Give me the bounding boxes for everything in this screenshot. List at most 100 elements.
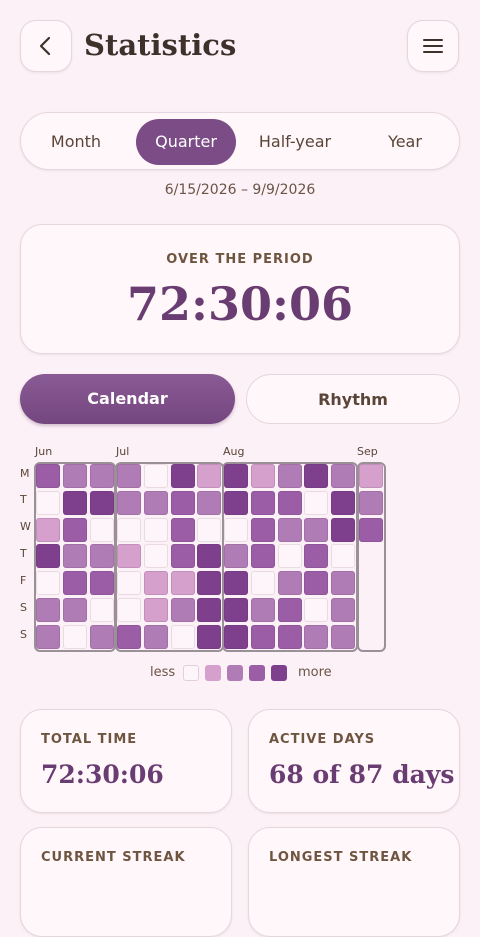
heatmap-day-cell	[117, 598, 141, 622]
heatmap-day-cell	[304, 598, 329, 622]
period-selector: Month Quarter Half-year Year	[20, 112, 460, 170]
total-time-label: TOTAL TIME	[41, 732, 138, 747]
heatmap-day-cell	[197, 490, 222, 515]
heatmap-day-cell	[143, 490, 168, 515]
heatmap-day-cell	[89, 544, 114, 569]
heatmap-month-block	[357, 462, 386, 652]
day-label-sun: S	[20, 628, 27, 641]
heatmap-day-cell	[117, 624, 141, 649]
day-label-thu: T	[20, 547, 27, 560]
heatmap-day-cell	[224, 517, 248, 542]
heatmap-day-cell	[117, 544, 141, 569]
heatmap-day-cell	[304, 624, 329, 649]
heatmap-day-cell	[197, 544, 222, 569]
segment-half-year[interactable]: Half-year	[245, 119, 345, 165]
heatmap-day-cell	[170, 464, 195, 488]
segment-month[interactable]: Month	[29, 119, 123, 165]
period-label: OVER THE PERIOD	[166, 252, 314, 267]
heatmap-day-cell	[197, 464, 222, 488]
month-label-aug: Aug	[223, 445, 245, 458]
heatmap-day-cell	[62, 464, 87, 488]
tab-rhythm[interactable]: Rhythm	[246, 374, 460, 424]
period-total-value: 72:30:06	[126, 277, 353, 331]
active-days-card: ACTIVE DAYS 68 of 87 days	[248, 709, 460, 813]
period-total-card: OVER THE PERIOD 72:30:06	[20, 224, 460, 354]
heatmap-day-cell	[117, 490, 141, 515]
legend-more: more	[298, 665, 332, 680]
heatmap-day-cell	[143, 598, 168, 622]
heatmap-day-cell	[62, 517, 87, 542]
heatmap-day-cell	[331, 544, 356, 569]
heatmap-day-cell	[143, 517, 168, 542]
heatmap-day-cell	[89, 517, 114, 542]
heatmap-day-cell	[36, 544, 60, 569]
day-label-sat: S	[20, 601, 27, 614]
back-button[interactable]	[20, 20, 72, 72]
heatmap-day-cell	[170, 517, 195, 542]
heatmap-day-cell	[277, 517, 302, 542]
heatmap-day-cell	[250, 490, 275, 515]
heatmap-day-cell	[304, 490, 329, 515]
heatmap-day-cell	[250, 464, 275, 488]
heatmap-day-cell	[224, 571, 248, 596]
heatmap-day-cell	[36, 571, 60, 596]
heatmap-day-cell	[277, 490, 302, 515]
heatmap-day-cell	[250, 571, 275, 596]
tab-calendar[interactable]: Calendar	[20, 374, 235, 424]
heatmap-day-cell	[304, 544, 329, 569]
segment-year[interactable]: Year	[355, 119, 455, 165]
heatmap-day-cell	[197, 624, 222, 649]
heatmap-day-cell	[36, 598, 60, 622]
month-label-sep: Sep	[357, 445, 378, 458]
heatmap-day-cell	[224, 598, 248, 622]
heatmap-day-cell	[224, 464, 248, 488]
heatmap-day-cell	[62, 490, 87, 515]
heatmap-day-cell	[143, 464, 168, 488]
month-label-jun: Jun	[35, 445, 53, 458]
heatmap-day-cell	[36, 464, 60, 488]
heatmap-day-cell	[331, 517, 356, 542]
heatmap-day-cell	[359, 490, 383, 515]
total-time-value: 72:30:06	[41, 760, 164, 789]
heatmap-day-cell	[197, 571, 222, 596]
heatmap-day-cell	[36, 517, 60, 542]
heatmap-day-cell	[143, 544, 168, 569]
hamburger-menu-icon	[423, 39, 443, 53]
heatmap-day-cell	[89, 598, 114, 622]
heatmap-day-cell	[143, 624, 168, 649]
heatmap-day-cell	[170, 490, 195, 515]
chevron-left-icon	[39, 36, 51, 56]
heatmap-day-cell	[89, 571, 114, 596]
heatmap-day-cell	[197, 517, 222, 542]
heatmap-month-block	[222, 462, 358, 652]
active-days-label: ACTIVE DAYS	[269, 732, 376, 747]
current-streak-card: CURRENT STREAK	[20, 827, 232, 937]
heatmap-day-cell	[89, 624, 114, 649]
heatmap-month-block	[115, 462, 225, 652]
heatmap-day-cell	[331, 598, 356, 622]
page-title: Statistics	[84, 28, 237, 62]
heatmap-day-cell	[359, 464, 383, 488]
heatmap-day-cell	[224, 544, 248, 569]
heatmap-day-cell	[62, 624, 87, 649]
heatmap-day-cell	[304, 464, 329, 488]
heatmap-day-cell	[250, 544, 275, 569]
heatmap-day-cell	[62, 544, 87, 569]
heatmap-day-cell	[117, 464, 141, 488]
heatmap-day-cell	[224, 490, 248, 515]
heatmap-day-cell	[197, 598, 222, 622]
heatmap-day-cell	[331, 490, 356, 515]
heatmap-month-block	[34, 462, 117, 652]
heatmap-day-cell	[170, 571, 195, 596]
legend-swatch-0	[183, 665, 199, 681]
heatmap-day-cell	[277, 624, 302, 649]
menu-button[interactable]	[407, 20, 459, 72]
heatmap-day-cell	[304, 517, 329, 542]
legend-swatch-1	[205, 665, 221, 681]
legend-less: less	[150, 665, 176, 680]
heatmap-day-cell	[359, 517, 383, 542]
heatmap-day-cell	[36, 490, 60, 515]
longest-streak-card: LONGEST STREAK	[248, 827, 460, 937]
segment-quarter[interactable]: Quarter	[136, 119, 236, 165]
heatmap-day-cell	[304, 571, 329, 596]
